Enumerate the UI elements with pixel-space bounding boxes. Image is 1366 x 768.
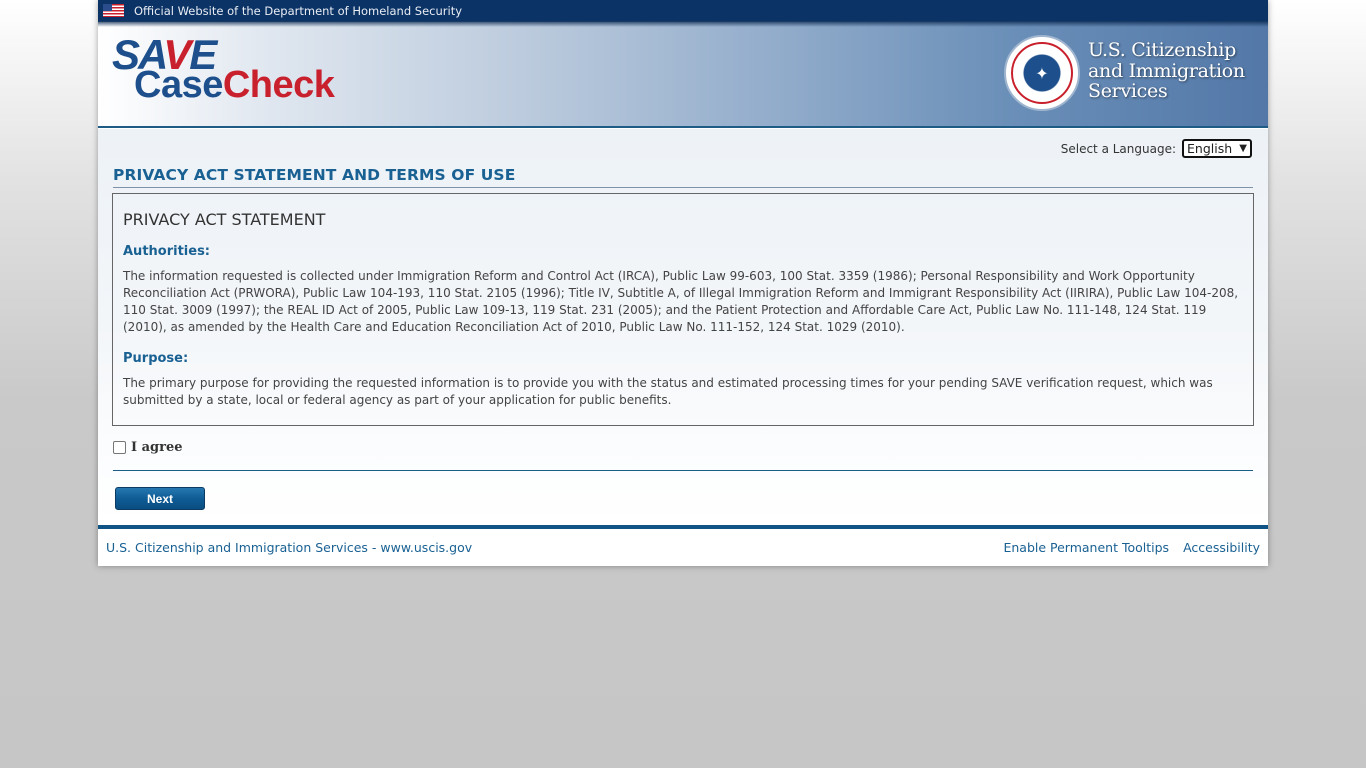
dhs-official-banner: Official Website of the Department of Ho… — [98, 0, 1268, 22]
agree-label[interactable]: I agree — [131, 440, 183, 455]
save-casecheck-logo[interactable]: SAVE CaseCheck — [112, 34, 372, 106]
main-content: Select a Language: English ▼ PRIVACY ACT… — [98, 129, 1268, 525]
authorities-text: The information requested is collected u… — [123, 269, 1239, 334]
logo-case-text: Case — [134, 64, 223, 106]
page-container: Official Website of the Department of Ho… — [98, 0, 1268, 566]
agree-checkbox[interactable] — [113, 441, 126, 454]
agency-line-3: Services — [1088, 80, 1168, 102]
dhs-banner-text: Official Website of the Department of Ho… — [134, 3, 463, 18]
page-title: PRIVACY ACT STATEMENT AND TERMS OF USE — [113, 166, 516, 184]
privacy-statement-heading: PRIVACY ACT STATEMENT — [123, 210, 326, 229]
accessibility-link[interactable]: Accessibility — [1183, 540, 1260, 555]
casecheck-wordmark: CaseCheck — [134, 64, 335, 106]
language-label: Select a Language: — [1060, 141, 1176, 156]
logo-check-text: Check — [222, 64, 335, 106]
uscis-home-link[interactable]: U.S. Citizenship and Immigration Service… — [106, 540, 472, 555]
next-button[interactable]: Next — [115, 487, 205, 510]
agree-control[interactable]: I agree — [113, 440, 183, 455]
language-selected-value: English — [1187, 141, 1233, 156]
footer-links: Enable Permanent Tooltips Accessibility — [1003, 540, 1260, 555]
privacy-act-panel: PRIVACY ACT STATEMENT Authorities: The i… — [112, 193, 1254, 426]
purpose-text: The primary purpose for providing the re… — [123, 376, 1213, 407]
uscis-agency-name: U.S. Citizenship and Immigration Service… — [1088, 40, 1245, 102]
form-divider — [113, 470, 1253, 471]
site-footer: U.S. Citizenship and Immigration Service… — [98, 525, 1268, 566]
dhs-seal-icon: ✦ — [1004, 35, 1080, 111]
agency-line-2: and Immigration — [1088, 59, 1245, 82]
language-selector: Select a Language: English ▼ — [1061, 139, 1252, 158]
us-flag-icon — [103, 4, 124, 17]
enable-tooltips-link[interactable]: Enable Permanent Tooltips — [1003, 540, 1169, 555]
seal-eagle-icon: ✦ — [1011, 42, 1073, 104]
agency-line-1: U.S. Citizenship — [1088, 39, 1236, 61]
site-header: SAVE CaseCheck ✦ U.S. Citizenship and Im… — [98, 22, 1268, 128]
title-divider — [113, 187, 1253, 188]
purpose-heading: Purpose: — [123, 351, 189, 366]
authorities-heading: Authorities: — [123, 244, 211, 259]
chevron-down-icon: ▼ — [1239, 143, 1247, 154]
language-select[interactable]: English ▼ — [1182, 139, 1252, 158]
